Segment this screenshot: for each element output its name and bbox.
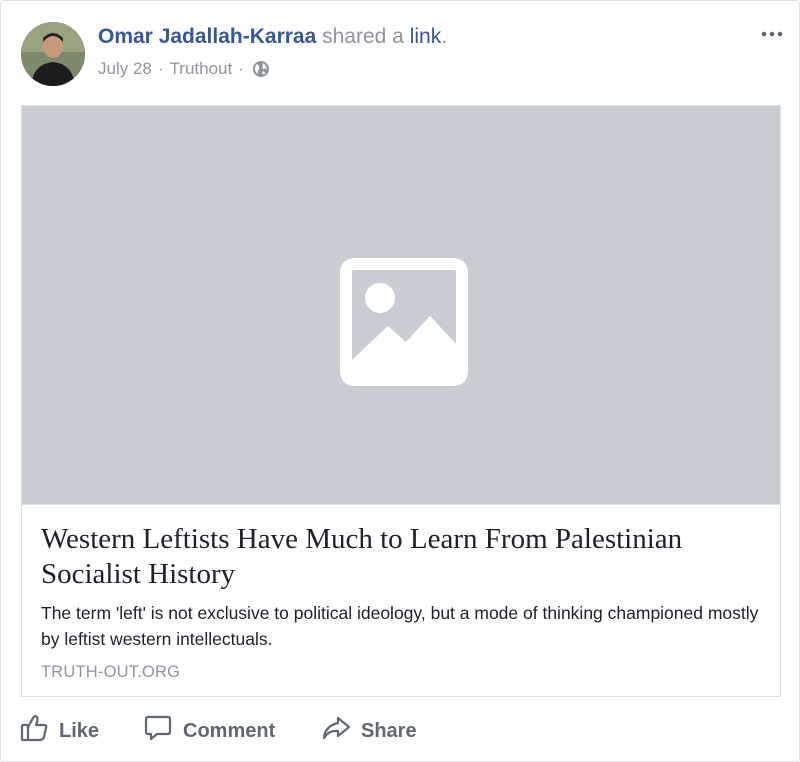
shared-text: shared a <box>322 25 404 48</box>
header-period: . <box>441 25 448 48</box>
post-meta: July 28 · Truthout · <box>98 59 270 79</box>
link-image-placeholder[interactable] <box>22 106 780 505</box>
post-date[interactable]: July 28 <box>98 59 152 79</box>
like-button[interactable]: Like <box>19 713 99 749</box>
author-name[interactable]: Omar Jadallah-Karraa <box>98 25 316 48</box>
meta-separator: · <box>238 59 244 78</box>
globe-icon[interactable] <box>252 60 270 78</box>
comment-bubble-icon <box>143 713 183 749</box>
share-arrow-icon <box>321 713 361 749</box>
share-button[interactable]: Share <box>321 713 417 749</box>
thumbs-up-icon <box>19 713 59 749</box>
avatar[interactable] <box>21 22 85 86</box>
link-word[interactable]: link <box>410 25 442 48</box>
link-preview[interactable]: Western Leftists Have Much to Learn From… <box>21 105 781 697</box>
link-domain: TRUTH-OUT.ORG <box>41 663 181 681</box>
comment-label: Comment <box>183 719 276 742</box>
link-headline[interactable]: Western Leftists Have Much to Learn From… <box>41 522 766 592</box>
more-options-icon[interactable] <box>759 25 785 43</box>
avatar-image <box>21 22 85 86</box>
like-label: Like <box>59 719 100 742</box>
meta-separator: · <box>157 59 164 78</box>
post-header: Omar Jadallah-Karraa shared a link. <box>98 25 447 49</box>
image-placeholder-icon <box>340 258 468 386</box>
link-description: The term 'left' is not exclusive to poli… <box>41 603 759 649</box>
action-bar: Like Comment Share <box>1 713 800 753</box>
post-source[interactable]: Truthout <box>170 59 233 79</box>
comment-button[interactable]: Comment <box>143 713 275 749</box>
post-card: Omar Jadallah-Karraa shared a link. July… <box>0 0 800 762</box>
share-label: Share <box>361 719 417 742</box>
